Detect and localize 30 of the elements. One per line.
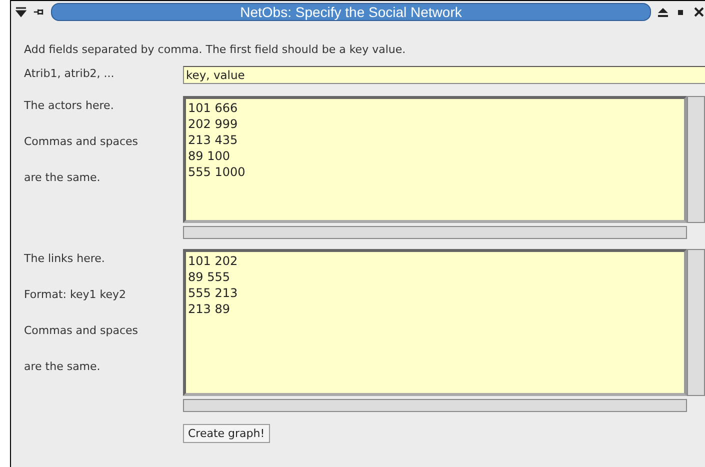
instruction-text: Add fields separated by comma. The first field should be a key value. bbox=[24, 42, 407, 58]
text-line: 101 666 bbox=[188, 100, 239, 116]
field-label: The actors here. bbox=[24, 98, 115, 114]
text-line: 213 89 bbox=[188, 301, 231, 317]
field-label: are the same. bbox=[24, 359, 102, 375]
close-icon[interactable] bbox=[693, 6, 705, 18]
text-area[interactable]: 101 202 89 555 555 213 213 89 bbox=[183, 249, 687, 396]
field-label: Commas and spaces bbox=[24, 134, 140, 150]
create-graph-button[interactable]: Create graph! bbox=[183, 424, 270, 443]
attributes-field[interactable]: key, value bbox=[183, 66, 705, 84]
text-line: 213 435 bbox=[188, 132, 239, 148]
field-label: Format: key1 key2 bbox=[24, 287, 127, 303]
eject-icon[interactable] bbox=[657, 6, 669, 18]
window-title: NetObs: Specify the Social Network bbox=[51, 3, 651, 21]
text-line: 89 100 bbox=[188, 148, 231, 164]
field-label: The links here. bbox=[24, 251, 106, 267]
text-line: 555 1000 bbox=[188, 164, 246, 180]
vertical-scrollbar[interactable] bbox=[687, 96, 705, 223]
text-line: 555 213 bbox=[188, 285, 239, 301]
text-line: 202 999 bbox=[188, 116, 239, 132]
field-label: Commas and spaces bbox=[24, 323, 140, 339]
field-label: Atrib1, atrib2, ... bbox=[24, 66, 116, 82]
horizontal-scrollbar[interactable] bbox=[183, 226, 687, 239]
text-area[interactable]: 101 666 202 999 213 435 89 100 555 1000 bbox=[183, 96, 687, 223]
text-line: 89 555 bbox=[188, 269, 231, 285]
field-label: are the same. bbox=[24, 170, 102, 186]
menu-icon[interactable] bbox=[15, 6, 27, 18]
horizontal-scrollbar[interactable] bbox=[183, 399, 687, 412]
text-line: 101 202 bbox=[188, 253, 239, 269]
vertical-scrollbar[interactable] bbox=[687, 249, 705, 396]
